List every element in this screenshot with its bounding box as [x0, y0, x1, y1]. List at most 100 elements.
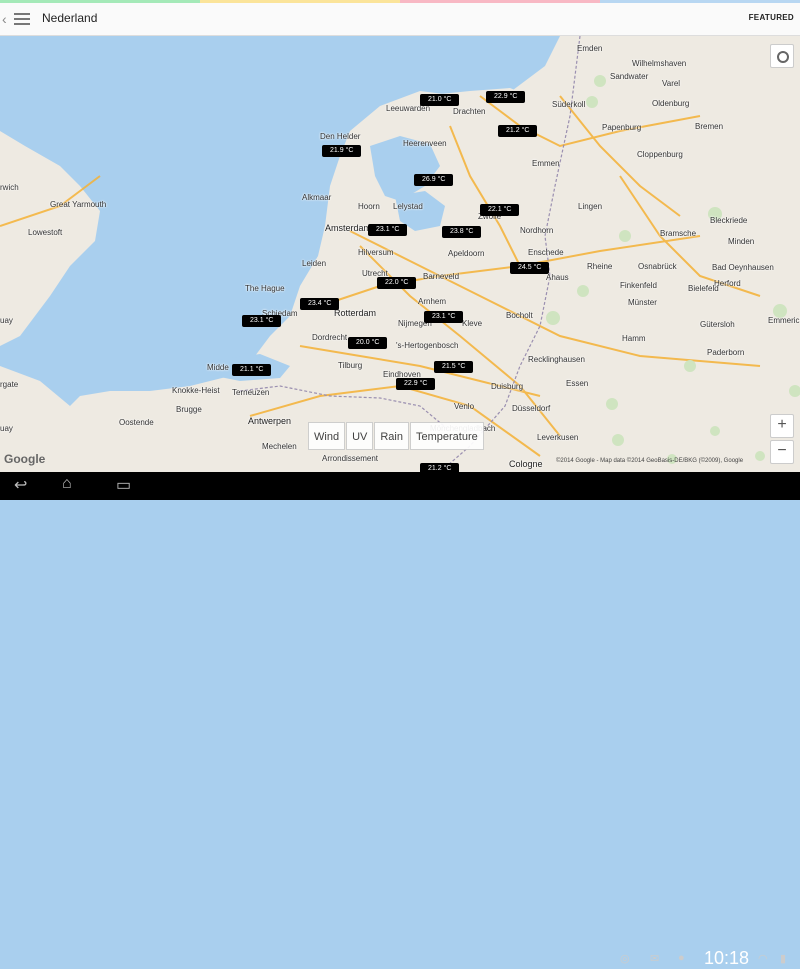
city-label: Lowestoft	[28, 228, 63, 237]
city-label: Great Yarmouth	[50, 200, 107, 209]
city-label: Drachten	[453, 107, 486, 116]
temperature-marker[interactable]: 21.9 °C	[322, 145, 362, 157]
city-label: Mechelen	[262, 442, 297, 451]
temperature-marker[interactable]: 26.9 °C	[414, 174, 454, 186]
city-label: Emmen	[532, 159, 560, 168]
city-label: Barneveld	[423, 272, 460, 281]
city-label: Leiden	[302, 259, 327, 268]
city-label: Emden	[577, 44, 603, 53]
city-label: Leverkusen	[537, 433, 579, 442]
city-label: Kleve	[462, 319, 483, 328]
temperature-marker[interactable]: 23.4 °C	[300, 298, 340, 310]
temperature-marker[interactable]: 21.2 °C	[420, 463, 460, 472]
city-label: Terneuzen	[232, 388, 270, 397]
city-label: Bielefeld	[688, 284, 719, 293]
city-label: Osnabrück	[638, 262, 677, 271]
city-label: Wilhelmshaven	[632, 59, 687, 68]
city-label: Oldenburg	[652, 99, 690, 108]
city-label: Arrondissement	[322, 454, 379, 463]
featured-button[interactable]: FEATURED	[749, 13, 794, 22]
city-label: Tilburg	[338, 361, 363, 370]
map-view[interactable]: Emden Wilhelmshaven Varel Oldenburg Brem…	[0, 36, 800, 472]
city-label: Düsseldorf	[512, 404, 551, 413]
temperature-marker[interactable]: 23.1 °C	[368, 224, 408, 236]
my-location-icon[interactable]	[770, 44, 794, 68]
city-label: Heerenveen	[403, 139, 447, 148]
temperature-marker[interactable]: 21.0 °C	[420, 94, 460, 106]
city-label: Knokke-Heist	[172, 386, 220, 395]
back-icon[interactable]: ↩	[14, 475, 27, 495]
android-icon: ●	[678, 952, 685, 964]
city-label: Enschede	[528, 248, 564, 257]
mode-uv-button[interactable]: UV	[346, 422, 374, 450]
city-label: Oostende	[119, 418, 154, 427]
city-label: Papenburg	[602, 123, 642, 132]
mode-temperature-button[interactable]: Temperature	[409, 422, 484, 450]
city-label: Alkmaar	[302, 193, 332, 202]
city-label: Varel	[662, 79, 681, 88]
city-label: Brugge	[176, 405, 202, 414]
system-nav-bar: ↩ ⌂ ▭ ◎ ✉ ● 10:18 ◠ ▮	[0, 472, 800, 968]
mode-rain-button[interactable]: Rain	[374, 422, 409, 450]
city-label: Hoorn	[358, 202, 380, 211]
city-label: Hamm	[622, 334, 646, 343]
city-label: Paderborn	[707, 348, 745, 357]
city-label: uay	[0, 424, 13, 433]
city-label: Den Helder	[320, 132, 361, 141]
city-label: rwich	[0, 183, 19, 192]
city-label: Dordrecht	[312, 333, 348, 342]
menu-icon[interactable]	[11, 8, 33, 30]
city-label: Minden	[728, 237, 755, 246]
mail-icon: ✉	[650, 953, 660, 965]
city-label: Recklinghausen	[528, 355, 585, 364]
temperature-marker[interactable]: 22.0 °C	[377, 277, 417, 289]
city-label: Venlo	[454, 402, 475, 411]
city-label: Gütersloh	[700, 320, 735, 329]
city-label: Sandwater	[610, 72, 649, 81]
home-icon[interactable]: ⌂	[62, 475, 72, 493]
city-label: Bleckriede	[710, 216, 748, 225]
app-title: Nederland	[42, 11, 98, 25]
battery-icon: ▮	[780, 953, 787, 965]
city-label: Rheine	[587, 262, 613, 271]
city-label: rgate	[0, 380, 19, 389]
recents-icon[interactable]: ▭	[116, 475, 131, 495]
city-label: Antwerpen	[248, 416, 292, 426]
temperature-marker[interactable]: 23.8 °C	[442, 226, 482, 238]
action-bar: ‹ Nederland FEATURED	[0, 3, 800, 36]
city-label: Rotterdam	[334, 308, 377, 318]
city-label: Bramsche	[660, 229, 697, 238]
city-label: Finkenfeld	[620, 281, 657, 290]
gps-icon: ◎	[620, 953, 630, 965]
temperature-marker[interactable]: 21.1 °C	[232, 364, 272, 376]
mode-wind-button[interactable]: Wind	[308, 422, 346, 450]
city-label: Hilversum	[358, 248, 394, 257]
city-label: Essen	[566, 379, 589, 388]
city-label: Bremen	[695, 122, 724, 131]
temperature-marker[interactable]: 23.1 °C	[424, 311, 464, 323]
city-label: Cologne	[509, 459, 543, 469]
city-label: Bad Oeynhausen	[712, 263, 774, 272]
city-label: 's-Hertogenbosch	[396, 341, 459, 350]
temperature-marker[interactable]: 22.1 °C	[480, 204, 520, 216]
city-label: Ahaus	[546, 273, 569, 282]
zoom-out-button[interactable]: −	[770, 440, 794, 464]
google-logo: Google	[4, 452, 46, 466]
temperature-marker[interactable]: 23.1 °C	[242, 315, 282, 327]
city-label: Arnhem	[418, 297, 447, 306]
up-chevron-icon[interactable]: ‹	[2, 11, 7, 27]
temperature-marker[interactable]: 24.5 °C	[510, 262, 550, 274]
city-label: Süderkoll	[552, 100, 586, 109]
temperature-marker[interactable]: 22.9 °C	[486, 91, 526, 103]
temperature-marker[interactable]: 22.9 °C	[396, 378, 436, 390]
city-label: Amsterdam	[325, 223, 372, 233]
weather-mode-selector: Wind UV Rain Temperature	[308, 422, 485, 450]
city-label: Lingen	[578, 202, 603, 211]
temperature-marker[interactable]: 21.2 °C	[498, 125, 538, 137]
temperature-marker[interactable]: 21.5 °C	[434, 361, 474, 373]
city-label: Münster	[628, 298, 657, 307]
zoom-in-button[interactable]: +	[770, 414, 794, 438]
city-label: Nordhorn	[520, 226, 554, 235]
map-attribution: ©2014 Google - Map data ©2014 GeoBasis-D…	[556, 458, 744, 464]
temperature-marker[interactable]: 20.0 °C	[348, 337, 388, 349]
